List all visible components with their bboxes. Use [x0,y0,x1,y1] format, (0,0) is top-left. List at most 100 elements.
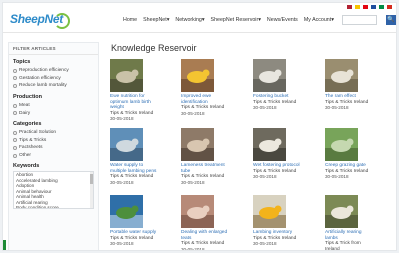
filter-option[interactable]: Gestation efficiency [13,75,94,83]
article-date: 30-05-2018 [253,241,277,247]
article-title[interactable]: Artificially rearing lambs [325,230,375,241]
flag-icon[interactable] [371,5,376,9]
filter-group-title: Topics [13,59,31,65]
article-title[interactable]: Lameness treatment tube [181,163,231,174]
keywords-title: Keywords [13,163,40,170]
article-date: 30-05-2018 [110,179,134,185]
article-card[interactable]: Lameness treatment tube Tips & Tricks Ire… [181,128,231,185]
article-thumbnail[interactable] [181,128,214,161]
radio-icon[interactable] [13,130,17,135]
filter-option[interactable]: Tips & Tricks [13,137,94,145]
nav-home[interactable]: Home [123,17,137,23]
article-thumbnail[interactable] [325,128,358,161]
flag-icon[interactable] [347,5,352,9]
article-date: 30-05-2018 [325,174,349,180]
filter-group: Topics Reproduction efficiency Gestation e… [9,59,98,90]
article-card[interactable]: Portable water supply Tips & Tricks Irela… [110,195,160,247]
radio-icon[interactable] [13,76,17,81]
keywords-scrollbar[interactable] [90,172,93,209]
sheepnet-logo[interactable]: SheepNet [8,9,70,31]
article-author: Tips & Tricks Ireland [181,174,225,180]
article-author: Tips & Tricks Ireland [181,105,225,111]
filter-group-title: Production [13,93,43,100]
filter-option[interactable]: Other [13,152,94,160]
nav-reservoir-label: SheepNet Reservoir [210,17,259,23]
flag-icon[interactable] [355,5,360,9]
article-date: 30-05-2018 [181,246,205,251]
article-card[interactable]: Artificially rearing lambs Tips & Trick f… [325,195,375,251]
radio-icon[interactable] [13,138,17,143]
flag-icon[interactable] [363,5,368,9]
article-thumbnail[interactable] [325,195,358,228]
article-thumbnail[interactable] [325,59,358,92]
article-card[interactable]: Lambing inventory Tips & Tricks Ireland 30… [253,195,303,247]
filter-option[interactable]: Factsheets [13,144,94,152]
radio-icon[interactable] [13,153,17,158]
header-divider [3,32,396,33]
search-input[interactable] [342,15,377,25]
filter-option-label: Other [19,153,31,159]
article-date: 30-05-2018 [325,105,349,111]
article-thumbnail[interactable] [253,59,286,92]
filter-option[interactable]: Reproduction efficiency [13,67,94,75]
page: SheepNet Home SheepNet▾ Networking▾ Shee… [2,2,397,251]
article-thumbnail[interactable] [181,195,214,228]
article-card[interactable]: Water supply to multiple lambing pens Tip… [110,128,160,185]
article-date: 30-05-2018 [110,241,134,247]
flag-icon[interactable] [387,5,392,9]
filter-option[interactable]: Reduce lamb mortality [13,82,94,90]
search-button[interactable]: 🔍 [386,15,396,25]
radio-icon[interactable] [13,111,17,116]
article-title[interactable]: Water supply to multiple lambing pens [110,163,160,174]
nav-sheepnet[interactable]: SheepNet▾ [143,17,169,23]
article-title[interactable]: Portable water supply [110,230,160,236]
filter-option-label: Meat [19,103,30,109]
nav-reservoir[interactable]: SheepNet Reservoir▾ [211,17,261,23]
article-date: 30-05-2018 [253,174,277,180]
filter-option-label: Dairy [19,110,31,116]
article-card[interactable]: Wet fostering protocol Tips & Tricks Irel… [253,128,303,180]
nav-my-account[interactable]: My Account▾ [304,17,334,23]
article-title[interactable]: Improved ewe identification [181,94,231,105]
filter-option[interactable]: Dairy [13,109,94,117]
article-thumbnail[interactable] [181,59,214,92]
filter-option[interactable]: Practical Solution [13,129,94,137]
nav-news-events[interactable]: News/Events [267,17,298,23]
keyword-item[interactable]: Body condition score [14,205,93,208]
article-thumbnail[interactable] [253,128,286,161]
article-thumbnail[interactable] [110,128,143,161]
flag-icon[interactable] [379,5,384,9]
filter-option[interactable]: Meat [13,102,94,110]
filter-group: Categories Practical Solution Tips & Trick… [9,121,98,159]
filter-option-label: Reduce lamb mortality [19,83,67,89]
article-title[interactable]: Ewe nutrition for optimum lamb birth wei… [110,94,160,111]
keywords-list[interactable]: Abortion Accelerated lambing Adoption Anima… [13,171,94,210]
chevron-down-icon: ▾ [258,17,261,23]
filter-option-label: Tips & Tricks [19,137,47,143]
article-card[interactable]: Creep grazing gate Tips & Tricks Ireland 3… [325,128,375,180]
chevron-down-icon: ▾ [201,17,205,23]
article-thumbnail[interactable] [110,59,143,92]
scroll-thumb[interactable] [90,174,93,185]
article-author: Tips & Trick from Ireland [325,241,361,251]
radio-icon[interactable] [13,83,17,88]
radio-icon[interactable] [13,68,17,73]
nav-networking[interactable]: Networking▾ [175,17,204,23]
radio-icon[interactable] [13,103,17,108]
article-author: Tips & Tricks Ireland [110,174,154,180]
article-thumbnail[interactable] [253,195,286,228]
article-card[interactable]: Dealing with enlarged teats Tips & Tricks… [181,195,231,251]
page-title: Knowledge Reservoir [111,43,197,53]
filter-option-label: Gestation efficiency [19,75,61,81]
filter-sidebar: FILTER ARTICLES Topics Reproduction effic… [8,42,99,250]
article-card[interactable]: Improved ewe identification Tips & Tricks… [181,59,231,116]
radio-icon[interactable] [13,145,17,150]
article-title[interactable]: Wet fostering protocol [253,163,303,169]
article-thumbnail[interactable] [110,195,143,228]
article-card[interactable]: The ram effect Tips & Tricks Ireland 30-05… [325,59,375,111]
article-card[interactable]: Ewe nutrition for optimum lamb birth wei… [110,59,160,122]
filter-heading: FILTER ARTICLES [9,43,98,55]
nav-my-account-label: My Account [303,17,332,23]
article-card[interactable]: Fostering bucket Tips & Tricks Ireland 30-… [253,59,303,111]
article-title[interactable]: Dealing with enlarged teats [181,230,231,241]
